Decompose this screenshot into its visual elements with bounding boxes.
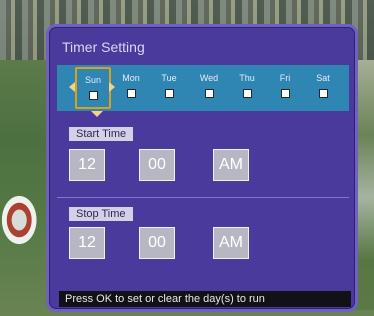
- stop-ampm-field[interactable]: AM: [213, 227, 249, 259]
- day-label: Sun: [84, 75, 101, 85]
- status-message: Press OK to set or clear the day(s) to r…: [59, 291, 351, 307]
- day-sun[interactable]: Sun: [75, 67, 111, 109]
- day-selector: Sun Mon Tue Wed Thu Fri Sat: [57, 65, 349, 117]
- stop-minute-field[interactable]: 00: [139, 227, 175, 259]
- day-checkbox[interactable]: [280, 89, 290, 98]
- dialog-title: Timer Setting: [62, 39, 145, 55]
- day-label: Wed: [199, 73, 219, 83]
- day-sat[interactable]: Sat: [305, 67, 341, 109]
- start-ampm-field[interactable]: AM: [213, 149, 249, 181]
- background-player: [0, 180, 48, 260]
- day-thu[interactable]: Thu: [229, 67, 265, 109]
- day-label: Thu: [239, 73, 255, 83]
- day-checkbox[interactable]: [318, 89, 328, 98]
- day-fri[interactable]: Fri: [267, 67, 303, 109]
- day-tue[interactable]: Tue: [151, 67, 187, 109]
- stop-hour-field[interactable]: 12: [69, 227, 105, 259]
- day-checkbox[interactable]: [164, 89, 174, 98]
- day-checkbox[interactable]: [126, 89, 136, 98]
- day-label: Tue: [161, 73, 177, 83]
- day-checkbox[interactable]: [204, 89, 214, 98]
- stop-time-label: Stop Time: [69, 207, 133, 221]
- day-mon[interactable]: Mon: [113, 67, 149, 109]
- day-label: Fri: [279, 73, 291, 83]
- day-label: Sat: [316, 73, 330, 83]
- start-minute-field[interactable]: 00: [139, 149, 175, 181]
- day-wed[interactable]: Wed: [191, 67, 227, 109]
- start-time-label: Start Time: [69, 127, 134, 141]
- day-label: Mon: [122, 73, 140, 83]
- start-hour-field[interactable]: 12: [69, 149, 105, 181]
- section-divider: [57, 197, 349, 198]
- day-checkbox[interactable]: [88, 91, 98, 100]
- timer-setting-dialog: Timer Setting Sun Mon Tue Wed Thu Fri Sa…: [46, 24, 358, 312]
- down-arrow-icon[interactable]: [91, 111, 103, 117]
- day-checkbox[interactable]: [242, 89, 252, 98]
